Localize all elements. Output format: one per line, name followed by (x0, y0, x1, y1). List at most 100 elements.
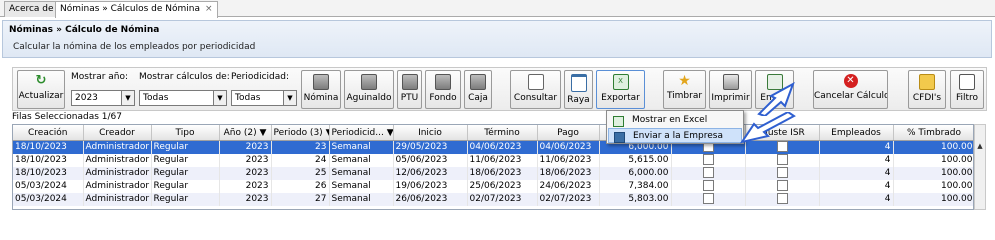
timbrar-button[interactable]: ★ Timbrar (663, 70, 706, 109)
table-row[interactable]: 18/10/2023 Administrador Regular 2023 24… (13, 154, 973, 167)
col-header-periodicidad[interactable]: Periodicid... ▼ (329, 125, 394, 141)
cell-tipo: Regular (151, 140, 220, 154)
cell-ajuste-isr (745, 140, 820, 154)
filter-dropdown-icon[interactable]: ▼ (387, 128, 392, 138)
cell-timbrado: 100.00 (893, 180, 973, 193)
anio-select[interactable]: 2023 ▼ (71, 90, 135, 106)
caja-button[interactable]: Caja (464, 70, 492, 109)
button-label: PTU (400, 93, 419, 103)
ptu-button[interactable]: PTU (397, 70, 422, 109)
exportar-button[interactable]: X Exportar (596, 70, 645, 109)
page-description: Calcular la nómina de los empleados por … (13, 42, 256, 52)
col-header-anio[interactable]: Año (2) ▼ (219, 125, 272, 141)
table-row[interactable]: 18/10/2023 Administrador Regular 2023 25… (13, 167, 973, 180)
cell-creador: Administrador (83, 180, 152, 193)
actualizar-button[interactable]: ↻ Actualizar (17, 70, 65, 109)
cell-creador: Administrador (83, 193, 152, 206)
col-header[interactable]: Tipo (151, 125, 220, 141)
cell-empleados: 4 (819, 167, 894, 180)
col-header[interactable]: Inicio (393, 125, 468, 141)
col-header[interactable]: Término (467, 125, 538, 141)
button-label: Nómina (303, 93, 339, 103)
calculos-table: Creación Creador Tipo Año (2) ▼ Periodo … (12, 124, 974, 210)
cell-anio: 2023 (219, 193, 272, 206)
cell-monto: 7,384.00 (599, 180, 672, 193)
close-icon[interactable]: × (205, 4, 213, 14)
cell-periodo: 24 (271, 154, 330, 167)
vertical-scrollbar[interactable]: ▲ (974, 124, 986, 210)
imprimir-button[interactable]: Imprimir (709, 70, 752, 109)
enviar-button[interactable]: Enviar (755, 70, 794, 109)
button-label: Aguinaldo (346, 93, 392, 103)
nomina-button[interactable]: Nómina (301, 70, 341, 109)
col-header-label: Año (2) (223, 127, 257, 138)
checkbox[interactable] (702, 193, 714, 204)
col-header[interactable]: Creador (83, 125, 152, 141)
window-icon (570, 74, 587, 92)
scroll-up-icon[interactable]: ▲ (975, 141, 985, 152)
button-label: Raya (567, 95, 590, 105)
checkbox[interactable] (776, 193, 788, 204)
col-header[interactable]: Pago (537, 125, 600, 141)
cell-anio: 2023 (219, 180, 272, 193)
table-row[interactable]: 05/03/2024 Administrador Regular 2023 27… (13, 193, 973, 206)
cell-ajuste-isr (745, 154, 820, 167)
fondo-button[interactable]: Fondo (425, 70, 461, 109)
checkbox[interactable] (776, 141, 788, 152)
aguinaldo-button[interactable]: Aguinaldo (344, 70, 394, 109)
periodicidad-select[interactable]: Todas ▼ (231, 90, 297, 106)
checkbox[interactable] (776, 180, 788, 191)
cell-creacion: 18/10/2023 (13, 154, 84, 167)
col-header[interactable]: % Timbrado (893, 125, 973, 141)
button-label: Timbrar (666, 91, 703, 101)
col-header-periodo[interactable]: Periodo (3) ▼ (271, 125, 330, 141)
button-label: Filtro (955, 93, 979, 103)
cfdis-button[interactable]: CFDI's (908, 70, 946, 109)
checkbox[interactable] (702, 167, 714, 178)
menu-item-enviar-empresa[interactable]: Enviar a la Empresa (608, 128, 742, 143)
table-row[interactable]: 18/10/2023 Administrador Regular 2023 23… (13, 140, 973, 154)
calculos-select[interactable]: Todas ▼ (139, 90, 227, 106)
checkbox[interactable] (776, 167, 788, 178)
col-header[interactable]: Empleados (819, 125, 894, 141)
calculator-icon (313, 74, 329, 90)
cell-periodicidad: Semanal (329, 180, 394, 193)
checkbox[interactable] (702, 180, 714, 191)
export-menu: Mostrar en Excel Enviar a la Empresa (606, 110, 744, 144)
chevron-down-icon: ▼ (121, 91, 134, 105)
raya-button[interactable]: Raya (564, 70, 593, 109)
cell-pago: 24/06/2023 (537, 180, 600, 193)
col-header[interactable]: Ajuste ISR (745, 125, 820, 141)
mostrar-anio-label: Mostrar año: (71, 72, 129, 82)
mostrar-calculos-label: Mostrar cálculos de: (139, 72, 230, 82)
tab-bar: Acerca de Nóminas » Cálculos de Nómina × (0, 0, 995, 18)
calculator-icon (435, 74, 451, 90)
checkbox[interactable] (702, 154, 714, 165)
col-header-label: Periodo (3) (273, 127, 323, 138)
cancelar-calculo-button[interactable]: ✕ Cancelar Cálculo (813, 70, 888, 109)
filtro-button[interactable]: Filtro (950, 70, 984, 109)
excel-icon (613, 116, 624, 127)
menu-item-label: Enviar a la Empresa (633, 131, 723, 141)
cell-tipo: Regular (151, 167, 220, 180)
cell-pago: 11/06/2023 (537, 154, 600, 167)
excel-icon: X (612, 74, 629, 90)
filter-dropdown-icon[interactable]: ▼ (259, 128, 266, 138)
checkbox[interactable] (776, 154, 788, 165)
selected-rows-caption: Filas Seleccionadas 1/67 (12, 112, 122, 122)
filter-dropdown-icon[interactable]: ▼ (326, 128, 328, 138)
table-row[interactable]: 05/03/2024 Administrador Regular 2023 26… (13, 180, 973, 193)
col-header[interactable]: Creación (13, 125, 84, 141)
tab-acerca-de[interactable]: Acerca de (4, 1, 59, 17)
cell-timbrado: 100.00 (893, 154, 973, 167)
consultar-button[interactable]: Consultar (510, 70, 561, 109)
cell-monto: 5,803.00 (599, 193, 672, 206)
cell-anio: 2023 (219, 140, 272, 154)
cell-creacion: 18/10/2023 (13, 140, 84, 154)
menu-item-mostrar-excel[interactable]: Mostrar en Excel (608, 113, 742, 128)
cell-timbrado: 100.00 (893, 193, 973, 206)
calculator-icon (470, 74, 486, 90)
cell-empleados: 4 (819, 193, 894, 206)
tab-calculos-nomina[interactable]: Nóminas » Cálculos de Nómina × (55, 1, 218, 18)
cell-check (671, 167, 746, 180)
